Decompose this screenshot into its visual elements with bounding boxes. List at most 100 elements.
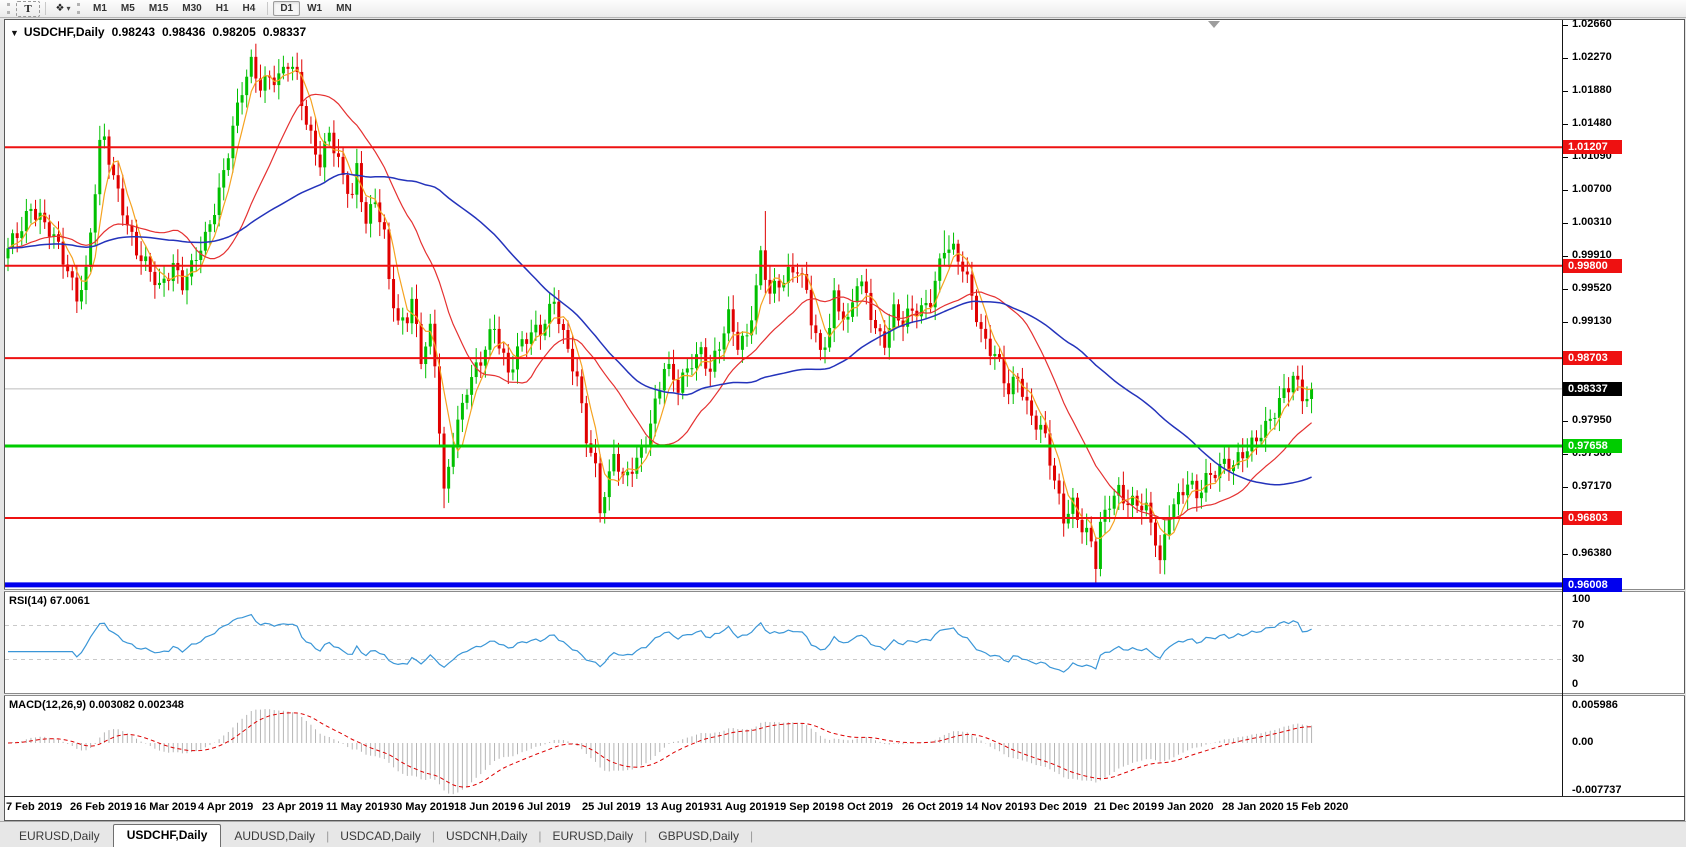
date-label: 4 Apr 2019 xyxy=(198,801,254,813)
date-label: 23 Apr 2019 xyxy=(262,801,324,813)
chart-tab-eurusd-5[interactable]: EURUSD,Daily xyxy=(541,826,644,847)
chart-objects-icon: ❖ xyxy=(55,3,65,14)
rsi-tick-label: 70 xyxy=(1572,619,1585,631)
rsi-title: RSI(14) 67.0061 xyxy=(9,595,90,607)
macd-label: MACD(12,26,9) xyxy=(9,699,87,711)
rsi-value: 67.0061 xyxy=(49,595,90,607)
price-tick-mark xyxy=(1563,554,1568,555)
rsi-tick-label: 100 xyxy=(1572,593,1591,605)
mt4-terminal: { "icons": { "collapse": "▼", "caret": "… xyxy=(0,0,1686,847)
price-tick-mark xyxy=(1563,289,1568,290)
rsi-line xyxy=(8,613,1312,673)
date-label: 9 Jan 2020 xyxy=(1158,801,1214,813)
price-level-badge: 0.99800 xyxy=(1563,259,1622,273)
ohlc-high: 0.98436 xyxy=(162,25,206,39)
chart-tab-audusd-2[interactable]: AUDUSD,Daily xyxy=(223,826,326,847)
macd-title: MACD(12,26,9) 0.003082 0.002348 xyxy=(9,699,184,711)
price-axis-line xyxy=(1562,20,1563,796)
price-tick-mark xyxy=(1563,157,1568,158)
date-label: 15 Feb 2020 xyxy=(1286,801,1349,813)
rsi-label: RSI(14) xyxy=(9,595,47,607)
chart-shift-marker[interactable] xyxy=(1208,21,1220,28)
macd-tick-label: 0.005986 xyxy=(1572,699,1618,711)
macd-tick-label: 0.00 xyxy=(1572,736,1594,748)
text-tool-button[interactable]: T xyxy=(16,0,40,17)
price-level-badge: 0.98703 xyxy=(1563,351,1622,365)
price-tick-label: 0.99520 xyxy=(1572,282,1612,294)
price-tick-label: 0.96380 xyxy=(1572,547,1612,559)
price-tick-label: 1.01880 xyxy=(1572,84,1612,96)
date-label: 3 Dec 2019 xyxy=(1030,801,1087,813)
date-label: 26 Oct 2019 xyxy=(902,801,964,813)
date-label: 6 Jul 2019 xyxy=(518,801,571,813)
chart-tab-usdcnh-4[interactable]: USDCNH,Daily xyxy=(435,826,538,847)
date-label: 19 Sep 2019 xyxy=(774,801,837,813)
date-label: 30 May 2019 xyxy=(390,801,455,813)
toolbar-grip-handle[interactable] xyxy=(77,3,80,14)
current-price-badge: 0.98337 xyxy=(1563,382,1622,396)
timeframe-button-h4[interactable]: H4 xyxy=(236,1,263,16)
price-tick-mark xyxy=(1563,322,1568,323)
date-label: 25 Jul 2019 xyxy=(582,801,641,813)
price-level-badge: 1.01207 xyxy=(1563,140,1622,154)
price-tick-mark xyxy=(1563,454,1568,455)
price-tick-label: 0.99130 xyxy=(1572,315,1612,327)
price-tick-mark xyxy=(1563,256,1568,257)
panel-splitter[interactable] xyxy=(4,589,1685,592)
price-tick-label: 1.02270 xyxy=(1572,51,1612,63)
macd-value-signal: 0.002348 xyxy=(138,699,184,711)
date-label: 13 Aug 2019 xyxy=(646,801,710,813)
panel-splitter[interactable] xyxy=(4,693,1685,696)
date-label: 26 Feb 2019 xyxy=(70,801,133,813)
timeframe-button-m30[interactable]: M30 xyxy=(175,1,208,16)
price-tick-label: 0.97170 xyxy=(1572,480,1612,492)
price-tick-mark xyxy=(1563,421,1568,422)
price-level-badge: 0.97658 xyxy=(1563,439,1622,453)
ohlc-low: 0.98205 xyxy=(212,25,256,39)
timeframe-button-m15[interactable]: M15 xyxy=(142,1,175,16)
chart-tab-usdcad-3[interactable]: USDCAD,Daily xyxy=(329,826,432,847)
rsi-tick-label: 0 xyxy=(1572,678,1579,690)
chart-symbol-label: USDCHF,Daily xyxy=(23,25,105,39)
timeframe-button-group: M1 M5 M15 M30 H1 H4 D1 W1 MN xyxy=(86,1,359,16)
macd-value-main: 0.003082 xyxy=(89,699,135,711)
ma-medium-line xyxy=(7,93,1312,521)
date-label: 16 Mar 2019 xyxy=(134,801,197,813)
price-tick-label: 1.00700 xyxy=(1572,183,1612,195)
timeframe-button-d1[interactable]: D1 xyxy=(273,1,301,16)
date-label: 18 Jun 2019 xyxy=(454,801,517,813)
date-label: 8 Oct 2019 xyxy=(838,801,894,813)
chart-title: ▼ USDCHF,Daily 0.98243 0.98436 0.98205 0.9833… xyxy=(10,25,306,39)
ma-slow-line xyxy=(7,173,1312,486)
chart-tab-bar: EURUSD,Daily USDCHF,Daily AUDUSD,Daily | USD… xyxy=(0,821,1686,847)
chart-tab-eurusd-0[interactable]: EURUSD,Daily xyxy=(8,826,111,847)
price-chart-panel[interactable] xyxy=(5,20,1562,589)
toolbar-separator xyxy=(45,2,46,15)
date-label: 14 Nov 2019 xyxy=(966,801,1030,813)
timeframe-button-h1[interactable]: H1 xyxy=(209,1,236,16)
chart-tab-gbpusd-6[interactable]: GBPUSD,Daily xyxy=(647,826,750,847)
price-level-badge: 0.96008 xyxy=(1563,578,1622,592)
top-toolbar: T ❖ ▾ M1 M5 M15 M30 H1 H4 D1 W1 MN xyxy=(0,0,1686,18)
ohlc-open: 0.98243 xyxy=(111,25,155,39)
date-label: 31 Aug 2019 xyxy=(710,801,774,813)
price-level-badge: 0.96803 xyxy=(1563,511,1622,525)
collapse-icon[interactable]: ▼ xyxy=(10,28,19,38)
rsi-indicator-panel[interactable] xyxy=(5,592,1562,693)
date-label: 11 May 2019 xyxy=(326,801,390,813)
timeframe-button-w1[interactable]: W1 xyxy=(300,1,329,16)
chart-objects-button[interactable]: ❖ ▾ xyxy=(51,1,75,17)
chart-tab-usdchf-1[interactable]: USDCHF,Daily xyxy=(112,824,222,847)
price-tick-mark xyxy=(1563,58,1568,59)
macd-indicator-panel[interactable] xyxy=(5,696,1562,796)
timeframe-button-m1[interactable]: M1 xyxy=(86,1,114,16)
toolbar-separator xyxy=(267,2,269,15)
price-tick-label: 1.02660 xyxy=(1572,18,1612,30)
price-tick-mark xyxy=(1563,25,1568,26)
price-tick-mark xyxy=(1563,91,1568,92)
ohlc-close: 0.98337 xyxy=(262,25,307,39)
timeframe-button-mn[interactable]: MN xyxy=(329,1,359,16)
toolbar-grip-handle[interactable] xyxy=(7,3,10,14)
timeframe-button-m5[interactable]: M5 xyxy=(114,1,142,16)
price-tick-label: 1.00310 xyxy=(1572,216,1612,228)
